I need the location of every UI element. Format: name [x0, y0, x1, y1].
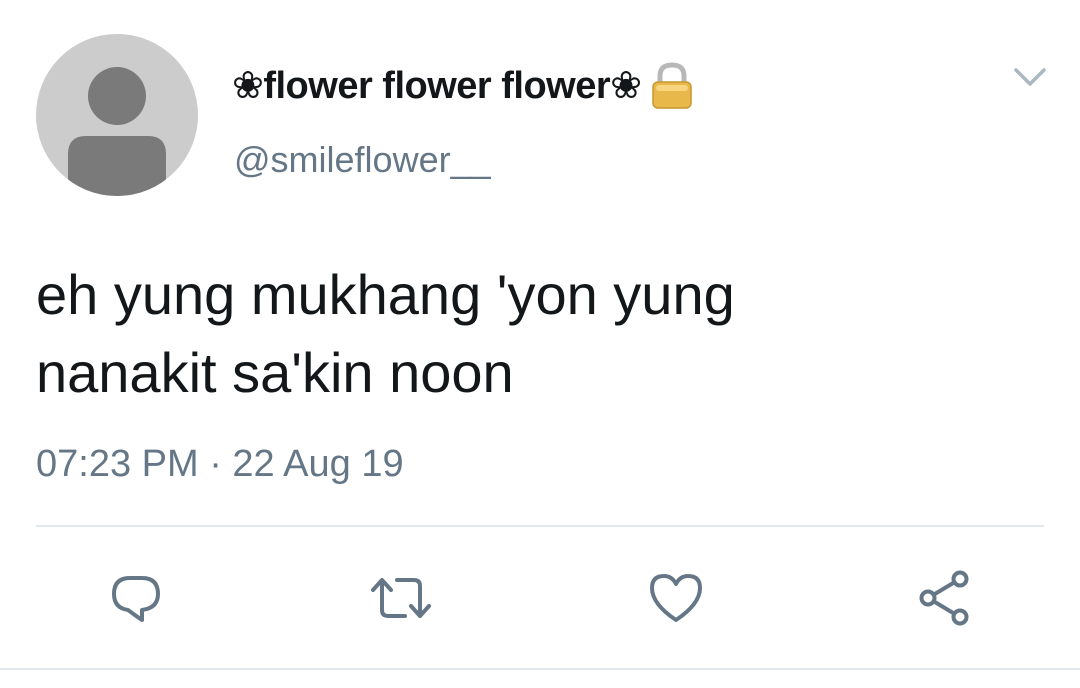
- display-name-row[interactable]: ❀flower flower flower❀: [232, 62, 694, 110]
- share-button[interactable]: [912, 566, 976, 630]
- default-profile-icon: [68, 67, 166, 196]
- share-icon: [919, 570, 969, 626]
- reply-icon: [112, 576, 160, 622]
- divider: [36, 525, 1044, 527]
- display-name[interactable]: ❀flower flower flower❀: [232, 62, 642, 110]
- user-handle[interactable]: @smileflower__: [234, 138, 491, 182]
- lock-icon: [650, 62, 694, 110]
- like-button[interactable]: [644, 566, 708, 630]
- reply-button[interactable]: [104, 566, 168, 630]
- avatar[interactable]: [36, 34, 198, 196]
- tweet-text: eh yung mukhang 'yon yung nanakit sa'kin…: [36, 263, 735, 404]
- tweet-timestamp[interactable]: 07:23 PM · 22 Aug 19: [36, 440, 404, 488]
- bottom-divider: [0, 668, 1080, 670]
- retweet-icon: [371, 578, 431, 618]
- heart-icon: [650, 574, 702, 622]
- chevron-down-icon[interactable]: [1008, 58, 1052, 98]
- retweet-button[interactable]: [369, 566, 433, 630]
